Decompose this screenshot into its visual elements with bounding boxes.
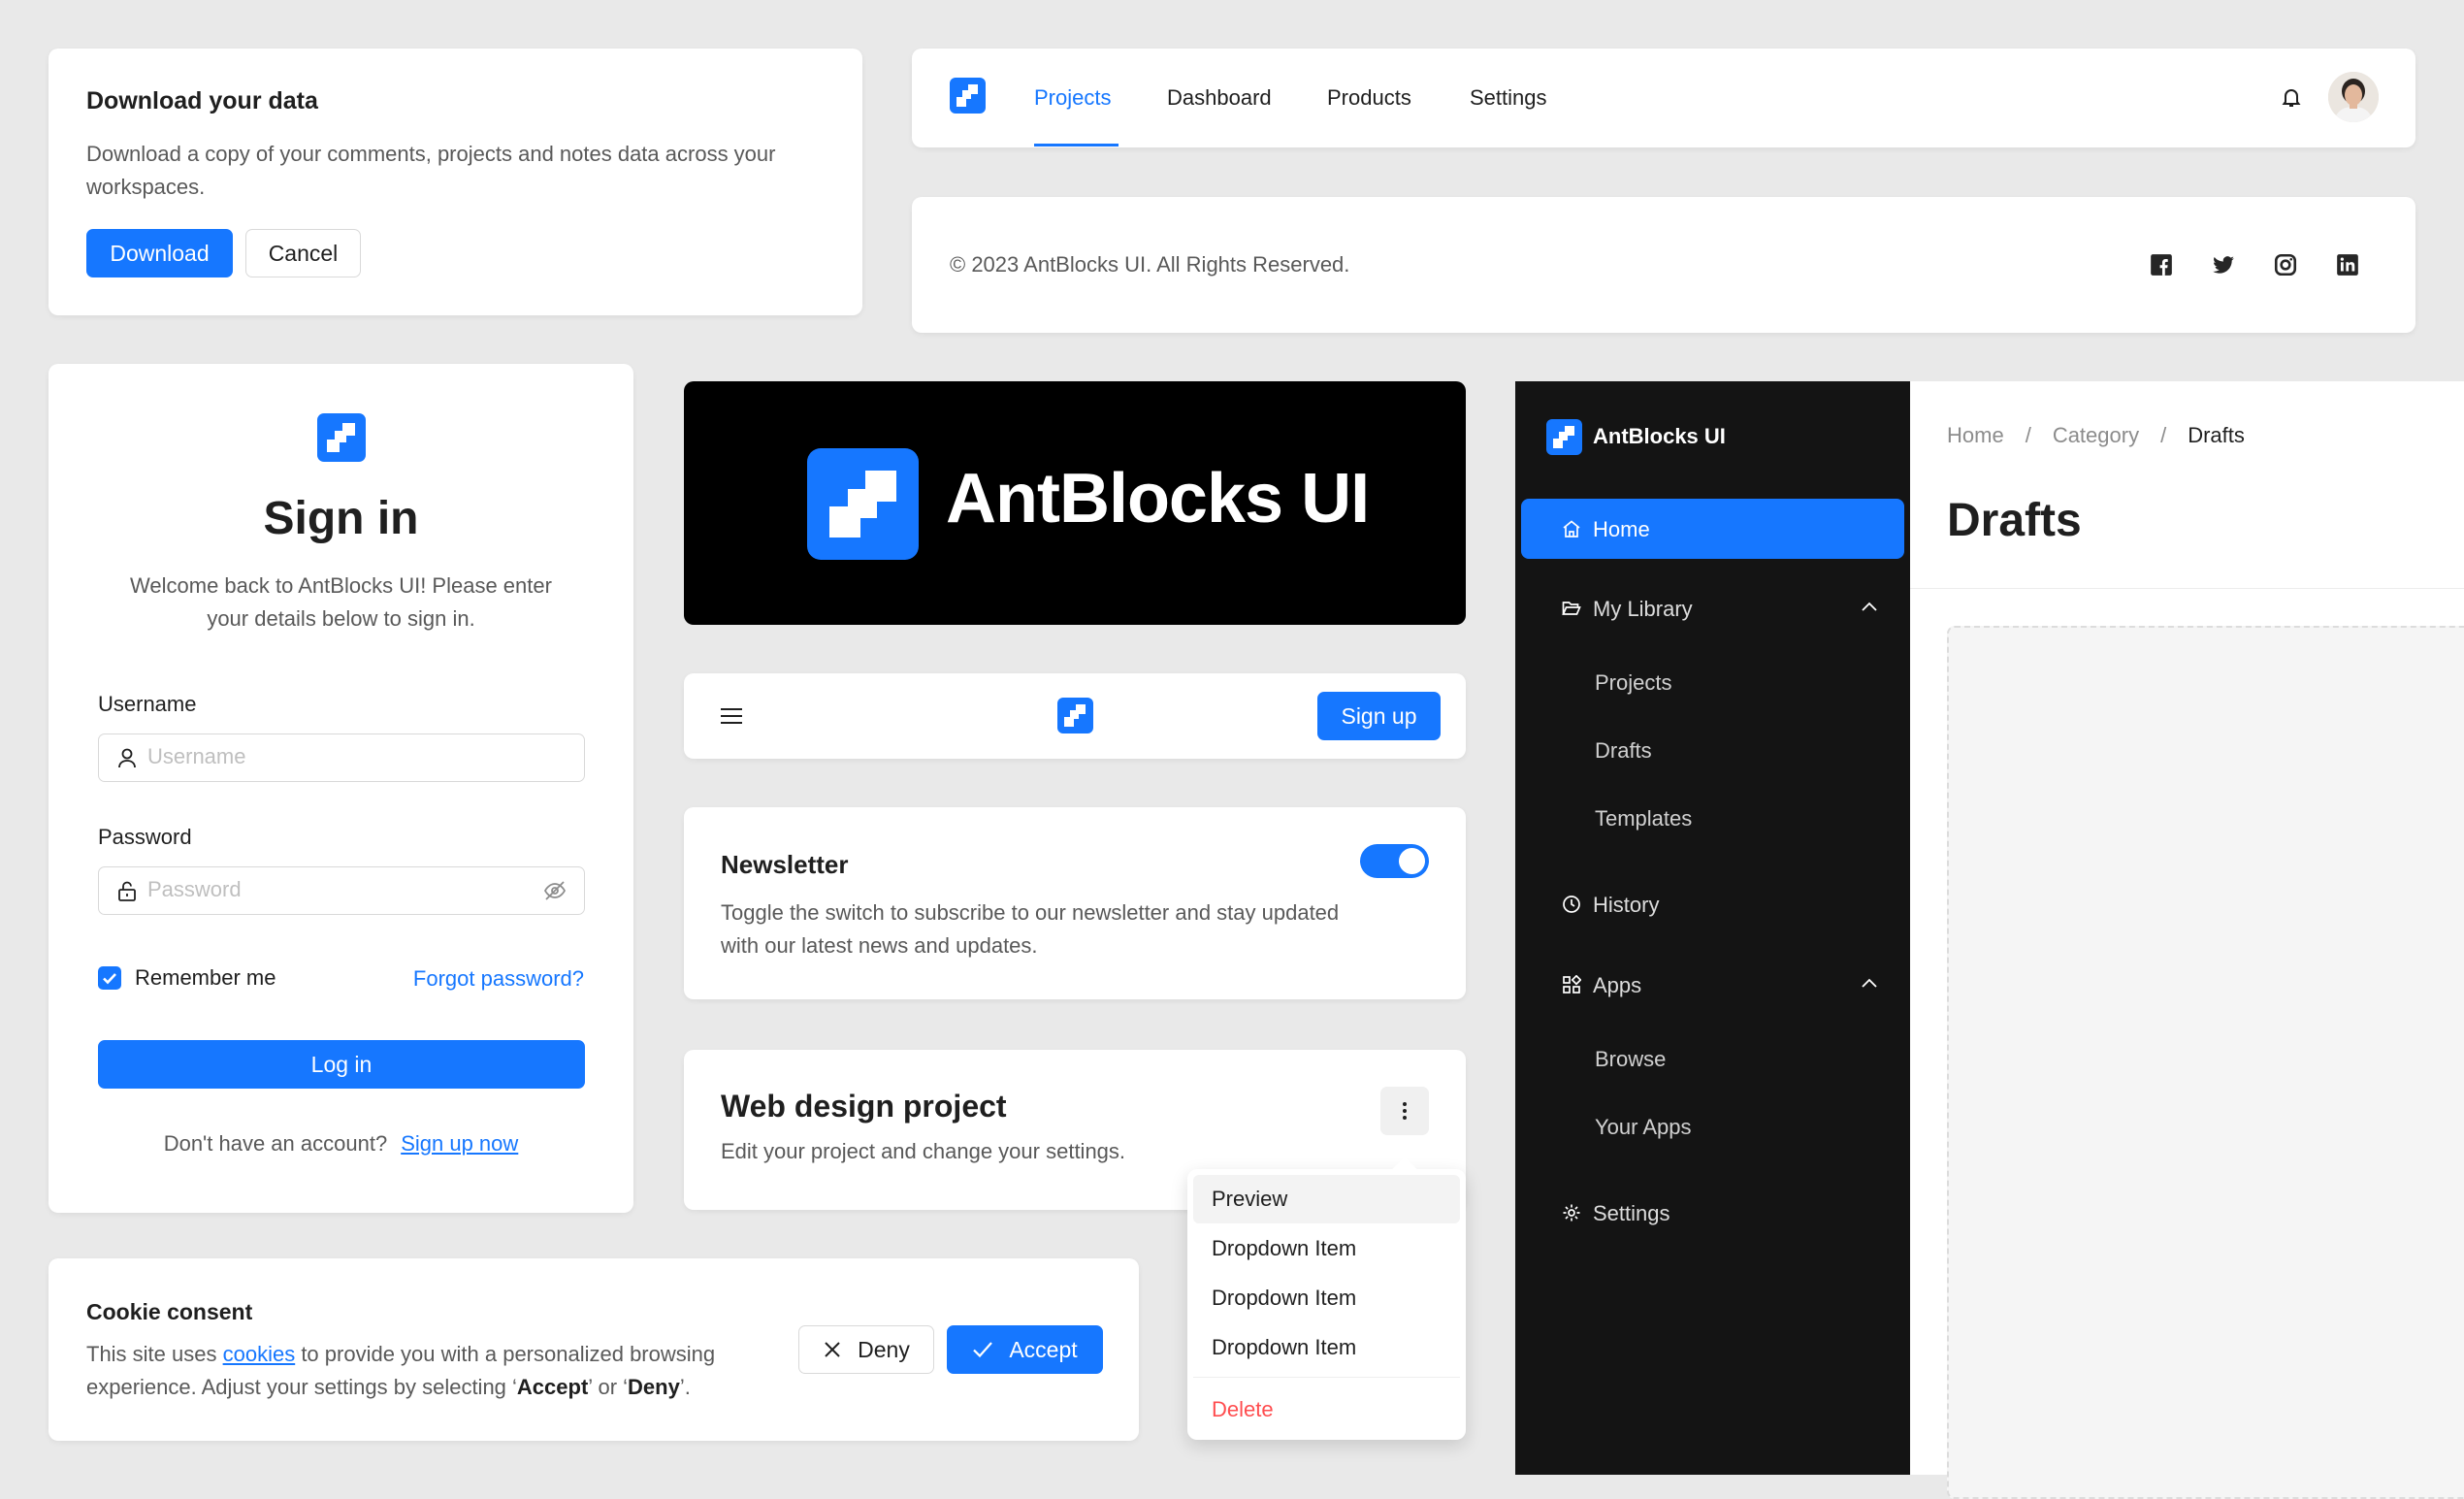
username-field-wrapper bbox=[98, 733, 585, 782]
dropdown-item-delete[interactable]: Delete bbox=[1193, 1385, 1460, 1434]
gear-icon bbox=[1563, 1204, 1580, 1222]
linkedin-icon[interactable] bbox=[2335, 252, 2360, 277]
folder-open-icon bbox=[1562, 602, 1581, 615]
lock-icon bbox=[118, 881, 136, 901]
sign-up-prompt: Don't have an account? Sign up now bbox=[49, 1131, 633, 1157]
cookie-consent-card: Cookie consent This site uses cookies to… bbox=[49, 1258, 1139, 1441]
logo-icon[interactable] bbox=[1057, 698, 1093, 733]
project-description: Edit your project and change your settin… bbox=[721, 1139, 1126, 1163]
username-label: Username bbox=[98, 692, 197, 716]
more-vertical-icon bbox=[1403, 1102, 1407, 1120]
breadcrumb-category[interactable]: Category bbox=[2053, 423, 2139, 447]
download-card-description: Download a copy of your comments, projec… bbox=[86, 142, 776, 199]
dropdown-item[interactable]: Dropdown Item bbox=[1193, 1224, 1460, 1273]
footer-bar: © 2023 AntBlocks UI. All Rights Reserved… bbox=[912, 197, 2415, 333]
sign-up-button[interactable]: Sign up bbox=[1317, 692, 1441, 740]
main-content-panel: Home / Category / Drafts Drafts bbox=[1910, 381, 2464, 1499]
breadcrumb: Home / Category / Drafts bbox=[1947, 423, 2245, 447]
nav-dashboard[interactable]: Dashboard bbox=[1167, 85, 1272, 111]
newsletter-card: Newsletter Toggle the switch to subscrib… bbox=[684, 807, 1466, 999]
download-card-title: Download your data bbox=[86, 87, 318, 114]
newsletter-title: Newsletter bbox=[721, 850, 849, 879]
menu-icon[interactable] bbox=[721, 707, 742, 725]
no-account-text: Don't have an account? bbox=[163, 1131, 388, 1156]
cookie-text: This site uses cookies to provide you wi… bbox=[86, 1342, 716, 1399]
dropdown-item[interactable]: Dropdown Item bbox=[1193, 1274, 1460, 1322]
username-input[interactable] bbox=[147, 744, 516, 769]
download-data-card: Download your data Download a copy of yo… bbox=[49, 49, 862, 315]
dropdown-item-preview[interactable]: Preview bbox=[1193, 1175, 1460, 1223]
instagram-icon[interactable] bbox=[2273, 252, 2298, 277]
logo-icon[interactable] bbox=[950, 78, 986, 114]
cookies-link[interactable]: cookies bbox=[223, 1342, 296, 1366]
twitter-icon[interactable] bbox=[2211, 252, 2236, 277]
sign-in-title: Sign in bbox=[263, 493, 419, 544]
password-field-wrapper bbox=[98, 866, 585, 915]
sidebar-item-home[interactable]: Home bbox=[1521, 499, 1904, 559]
sidebar-item-apps[interactable]: Apps bbox=[1521, 955, 1904, 1015]
dropdown-item[interactable]: Dropdown Item bbox=[1193, 1323, 1460, 1372]
sidebar-item-settings[interactable]: Settings bbox=[1521, 1183, 1904, 1243]
sidebar-item-my-library[interactable]: My Library bbox=[1521, 578, 1904, 638]
bell-icon[interactable] bbox=[2280, 85, 2303, 109]
sidebar-brand: AntBlocks UI bbox=[1593, 424, 1726, 448]
apps-icon bbox=[1563, 975, 1581, 994]
more-options-button[interactable] bbox=[1380, 1087, 1429, 1135]
newsletter-description: Toggle the switch to subscribe to our ne… bbox=[721, 900, 1340, 958]
nav-settings[interactable]: Settings bbox=[1470, 85, 1547, 111]
password-label: Password bbox=[98, 825, 192, 849]
dark-sidebar: AntBlocks UI Home My Library Projects Dr… bbox=[1515, 381, 1910, 1475]
eye-invisible-icon[interactable] bbox=[543, 880, 567, 901]
project-options-dropdown: Preview Dropdown Item Dropdown Item Drop… bbox=[1187, 1157, 1466, 1440]
home-icon bbox=[1563, 520, 1580, 538]
breadcrumb-home[interactable]: Home bbox=[1947, 423, 2004, 447]
breadcrumb-current: Drafts bbox=[2188, 423, 2245, 447]
sidebar-subitem-your-apps[interactable]: Your Apps bbox=[1595, 1115, 1692, 1140]
check-icon bbox=[973, 1342, 993, 1358]
forgot-password-link[interactable]: Forgot password? bbox=[413, 966, 584, 992]
sign-up-now-link[interactable]: Sign up now bbox=[401, 1131, 518, 1156]
top-navigation-bar: Projects Dashboard Products Settings bbox=[912, 49, 2415, 147]
project-title: Web design project bbox=[721, 1089, 1007, 1124]
check-icon bbox=[103, 973, 116, 985]
clock-icon bbox=[1563, 896, 1580, 913]
sign-in-card: Sign in Welcome back to AntBlocks UI! Pl… bbox=[49, 364, 633, 1213]
remember-me-checkbox[interactable] bbox=[98, 966, 121, 990]
sidebar-subitem-drafts[interactable]: Drafts bbox=[1595, 738, 1652, 764]
deny-button[interactable]: Deny bbox=[798, 1325, 934, 1374]
logo-icon bbox=[317, 413, 366, 462]
accept-button[interactable]: Accept bbox=[947, 1325, 1103, 1374]
active-tab-indicator bbox=[1034, 144, 1119, 147]
sidebar-subitem-browse[interactable]: Browse bbox=[1595, 1047, 1666, 1072]
cookie-title: Cookie consent bbox=[86, 1299, 253, 1324]
sign-in-welcome: Welcome back to AntBlocks UI! Please ent… bbox=[130, 573, 552, 631]
nav-products[interactable]: Products bbox=[1327, 85, 1411, 111]
nav-projects[interactable]: Projects bbox=[1034, 85, 1111, 111]
facebook-icon[interactable] bbox=[2149, 252, 2174, 277]
remember-me[interactable]: Remember me bbox=[98, 965, 276, 991]
download-button[interactable]: Download bbox=[86, 229, 233, 277]
mobile-header: Sign up bbox=[684, 673, 1466, 759]
logo-icon bbox=[1546, 419, 1582, 455]
content-placeholder bbox=[1947, 626, 2464, 1499]
chevron-up-icon bbox=[1862, 978, 1877, 988]
sidebar-item-history[interactable]: History bbox=[1521, 874, 1904, 934]
sidebar-subitem-projects[interactable]: Projects bbox=[1595, 670, 1671, 696]
page-title: Drafts bbox=[1947, 495, 2082, 546]
log-in-button[interactable]: Log in bbox=[98, 1040, 585, 1089]
banner-brand-text: AntBlocks UI bbox=[946, 460, 1370, 538]
avatar[interactable] bbox=[2328, 72, 2379, 122]
password-input[interactable] bbox=[147, 877, 516, 902]
logo-icon bbox=[807, 448, 919, 560]
close-icon bbox=[825, 1342, 840, 1357]
remember-me-label: Remember me bbox=[135, 965, 276, 990]
brand-banner: AntBlocks UI bbox=[684, 381, 1466, 625]
cancel-button[interactable]: Cancel bbox=[245, 229, 361, 277]
user-icon bbox=[118, 748, 136, 768]
newsletter-toggle[interactable] bbox=[1360, 844, 1429, 878]
chevron-up-icon bbox=[1862, 602, 1877, 611]
copyright-text: © 2023 AntBlocks UI. All Rights Reserved… bbox=[950, 252, 1350, 277]
sidebar-subitem-templates[interactable]: Templates bbox=[1595, 806, 1692, 831]
